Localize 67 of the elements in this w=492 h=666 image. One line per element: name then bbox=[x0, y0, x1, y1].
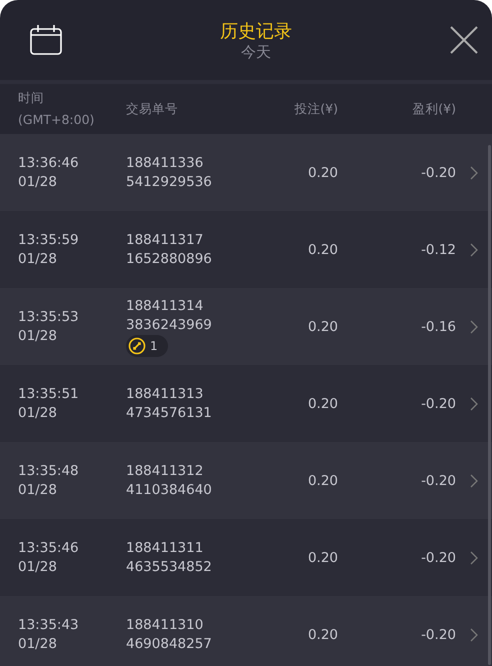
order-id: 188411310 bbox=[126, 616, 204, 634]
profit-amount: -0.20 bbox=[420, 164, 456, 180]
bet-amount: 0.20 bbox=[306, 626, 338, 642]
chevron-right-icon bbox=[470, 396, 478, 410]
history-row[interactable]: 13:35:46 01/28 188411311 4635534852 0.20 -0.20 bbox=[0, 519, 492, 596]
history-row[interactable]: 13:35:48 01/28 188411312 4110384640 0.20 -0.20 bbox=[0, 442, 492, 519]
date-text: 01/28 bbox=[18, 558, 58, 576]
history-row[interactable]: 13:35:43 01/28 188411310 4690848257 0.20 -0.20 bbox=[0, 596, 492, 666]
chevron-right-icon bbox=[470, 474, 478, 488]
scrollbar[interactable] bbox=[488, 145, 491, 665]
date-text: 01/28 bbox=[18, 480, 58, 500]
chevron-right-icon bbox=[470, 242, 478, 256]
order-suffix: 4110384640 bbox=[126, 480, 213, 500]
time-text: 13:36:46 bbox=[18, 154, 80, 172]
bet-amount: 0.20 bbox=[306, 550, 338, 566]
history-row[interactable]: 13:35:53 01/28 188411314 3836243969 1 0.20 -0.16 bbox=[0, 288, 492, 365]
order-id: 188411312 bbox=[126, 462, 204, 480]
date-text: 01/28 bbox=[18, 404, 58, 422]
date-text: 01/28 bbox=[18, 172, 58, 192]
close-icon[interactable] bbox=[450, 26, 478, 54]
bet-amount: 0.20 bbox=[306, 242, 338, 258]
time-text: 13:35:43 bbox=[18, 616, 80, 634]
time-text: 13:35:59 bbox=[18, 230, 80, 250]
order-id: 188411311 bbox=[126, 538, 204, 558]
order-suffix: 4690848257 bbox=[126, 634, 213, 654]
order-id: 188411314 bbox=[126, 296, 204, 316]
bet-amount: 0.20 bbox=[306, 318, 338, 334]
profit-amount: -0.20 bbox=[420, 472, 456, 488]
order-suffix: 4734576131 bbox=[126, 404, 213, 422]
time-text: 13:35:48 bbox=[18, 462, 80, 480]
bet-amount: 0.20 bbox=[306, 472, 338, 488]
profit-amount: -0.20 bbox=[420, 626, 456, 642]
chevron-right-icon bbox=[470, 320, 478, 334]
bet-amount: 0.20 bbox=[306, 396, 338, 412]
order-id: 188411313 bbox=[126, 384, 204, 404]
order-suffix: 1652880896 bbox=[126, 250, 213, 268]
column-header: (GMT+8:00) bbox=[18, 111, 96, 129]
column-header: 盈利(¥) bbox=[411, 100, 456, 118]
chevron-right-icon bbox=[470, 628, 478, 642]
order-id: 188411336 bbox=[126, 154, 204, 172]
history-row[interactable]: 13:36:46 01/28 188411336 5412929536 0.20 -0.20 bbox=[0, 134, 492, 211]
date-subtitle: 今天 bbox=[241, 42, 271, 62]
order-suffix: 3836243969 bbox=[126, 316, 213, 334]
profit-amount: -0.16 bbox=[420, 318, 456, 334]
date-text: 01/28 bbox=[18, 326, 58, 346]
chevron-right-icon bbox=[470, 550, 478, 564]
calendar-icon[interactable] bbox=[30, 25, 62, 55]
count-badge: 1 bbox=[126, 334, 168, 356]
date-text: 01/28 bbox=[18, 250, 58, 268]
profit-amount: -0.20 bbox=[420, 550, 456, 566]
time-text: 13:35:46 bbox=[18, 538, 80, 558]
column-header: 时间 bbox=[18, 89, 45, 107]
column-header: 交易单号 bbox=[125, 100, 179, 118]
column-header: 投注(¥) bbox=[293, 100, 338, 118]
time-text: 13:35:53 bbox=[18, 308, 80, 326]
profit-amount: -0.20 bbox=[420, 396, 456, 412]
order-suffix: 5412929536 bbox=[126, 172, 213, 192]
history-row[interactable]: 13:35:51 01/28 188411313 4734576131 0.20 -0.20 bbox=[0, 365, 492, 442]
profit-amount: -0.12 bbox=[420, 242, 456, 258]
date-text: 01/28 bbox=[18, 634, 58, 654]
chevron-right-icon bbox=[470, 166, 478, 180]
bet-amount: 0.20 bbox=[306, 164, 338, 180]
order-suffix: 4635534852 bbox=[126, 558, 213, 576]
history-row[interactable]: 13:35:59 01/28 188411317 1652880896 0.20 -0.12 bbox=[0, 211, 492, 288]
order-id: 188411317 bbox=[126, 230, 204, 250]
time-text: 13:35:51 bbox=[18, 384, 80, 404]
window-title: 历史记录 bbox=[220, 20, 292, 42]
